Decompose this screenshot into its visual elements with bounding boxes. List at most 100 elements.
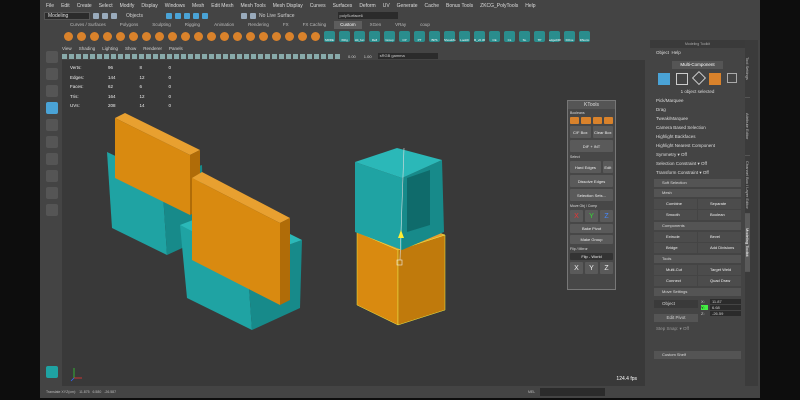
- menu-item[interactable]: UV: [383, 2, 390, 10]
- menu-item[interactable]: Edit: [61, 2, 70, 10]
- toolkit-button[interactable]: Extrude: [654, 232, 697, 242]
- shelf-script-button[interactable]: CL: [504, 30, 515, 42]
- menu-item[interactable]: Bonus Tools: [446, 2, 473, 10]
- panel-menu-item[interactable]: Show: [125, 45, 136, 52]
- shelf-tab[interactable]: VRay: [389, 21, 412, 29]
- symmetry-value[interactable]: Off: [681, 152, 687, 157]
- shelf-tool-icon[interactable]: [298, 31, 307, 41]
- viewport-tool-icon[interactable]: [286, 53, 291, 59]
- flip-mode-select[interactable]: Flip - World: [570, 253, 613, 260]
- snap-icon[interactable]: [240, 12, 247, 19]
- edge-mode-icon[interactable]: [691, 70, 706, 86]
- shelf-script-button[interactable]: TP: [534, 30, 545, 42]
- viewport-tool-icon[interactable]: [321, 53, 326, 59]
- shelf-tool-icon[interactable]: [246, 31, 255, 41]
- object-2[interactable]: [180, 172, 302, 330]
- multi-component-button[interactable]: Multi-Component: [672, 61, 723, 69]
- gamma-value[interactable]: 1.00: [364, 54, 372, 59]
- viewport-tool-icon[interactable]: [335, 53, 340, 59]
- viewport-tool-icon[interactable]: [125, 53, 130, 59]
- shelf-tool-icon[interactable]: [155, 31, 164, 41]
- selection-constraint-value[interactable]: Off: [701, 161, 707, 166]
- shelf-script-button[interactable]: PT: [414, 30, 425, 42]
- viewport-tool-icon[interactable]: [202, 53, 207, 59]
- radio-drag[interactable]: Drag: [650, 105, 745, 114]
- toolkit-button[interactable]: Boolean: [698, 210, 741, 220]
- viewport-tool-icon[interactable]: [328, 53, 333, 59]
- custom-shelf-frame[interactable]: Custom Shelf: [654, 351, 741, 359]
- section-select[interactable]: Select: [568, 153, 615, 160]
- shelf-tool-icon[interactable]: [116, 31, 125, 41]
- x-button[interactable]: X: [570, 210, 583, 222]
- menu-item[interactable]: Create: [77, 2, 92, 10]
- shelf-tool-icon[interactable]: [311, 31, 320, 41]
- flip-x-button[interactable]: X: [570, 262, 583, 274]
- checkbox-camera-based[interactable]: Camera Based Selection: [650, 123, 745, 132]
- shelf-tab[interactable]: coup: [414, 21, 436, 29]
- selection-sets-button[interactable]: Selection Sets...: [570, 189, 613, 201]
- flip-z-button[interactable]: Z: [600, 262, 613, 274]
- shelf-script-button[interactable]: SL: [519, 30, 530, 42]
- shelf-script-button[interactable]: edgeDIR: [549, 30, 561, 42]
- viewport-tool-icon[interactable]: [216, 53, 221, 59]
- toolkit-button[interactable]: Combine: [654, 199, 697, 209]
- move-settings-frame[interactable]: Move Settings: [654, 288, 741, 296]
- shelf-tool-icon[interactable]: [233, 31, 242, 41]
- mel-label[interactable]: MEL: [528, 386, 535, 398]
- viewport-tool-icon[interactable]: [188, 53, 193, 59]
- toolkit-button[interactable]: Smooth: [654, 210, 697, 220]
- shelf-script-button[interactable]: Hit_fun: [354, 30, 365, 42]
- shelf-script-button[interactable]: MRRE: [324, 30, 335, 42]
- viewport-tool-icon[interactable]: [146, 53, 151, 59]
- viewport-tool-icon[interactable]: [195, 53, 200, 59]
- move-tool-icon[interactable]: [46, 102, 58, 114]
- menu-item[interactable]: ZKCG_PolyTools: [480, 2, 518, 10]
- toolkit-button[interactable]: Connect: [654, 276, 697, 286]
- cutbox-button[interactable]: C/F Box: [570, 126, 591, 138]
- bool-icon[interactable]: [581, 117, 591, 124]
- viewport-tool-icon[interactable]: [132, 53, 137, 59]
- shelf-tool-icon[interactable]: [168, 31, 177, 41]
- object-mode-icon[interactable]: [658, 73, 670, 85]
- viewport-tool-icon[interactable]: [300, 53, 305, 59]
- toolkit-button[interactable]: Target Weld: [698, 265, 741, 275]
- section-flip[interactable]: Flip / Mirror: [568, 245, 615, 252]
- objects-label[interactable]: Objects: [126, 13, 143, 19]
- soft-selection-frame[interactable]: Soft Selection: [654, 179, 741, 187]
- menu-object[interactable]: Object: [656, 50, 669, 55]
- layout-icon[interactable]: [46, 187, 58, 199]
- hard-edges-button[interactable]: Hard Edges: [570, 161, 601, 173]
- transform-constraint-value[interactable]: Off: [703, 170, 709, 175]
- dissolve-edges-button[interactable]: Dissolve Edges: [570, 175, 613, 187]
- x-field[interactable]: 11.87: [710, 299, 741, 304]
- bool-icon[interactable]: [603, 117, 613, 124]
- select-mask-icon[interactable]: [183, 12, 190, 19]
- viewport-tool-icon[interactable]: [293, 53, 298, 59]
- flip-y-button[interactable]: Y: [585, 262, 598, 274]
- menu-item[interactable]: Mesh Tools: [241, 2, 266, 10]
- radio-pick-marquee[interactable]: Pick/Marquee: [650, 96, 745, 105]
- y-button[interactable]: Y: [585, 210, 598, 222]
- shelf-tool-icon[interactable]: [103, 31, 112, 41]
- scale-tool-icon[interactable]: [46, 136, 58, 148]
- viewport-tool-icon[interactable]: [62, 53, 67, 59]
- panel-menu-item[interactable]: Renderer: [143, 45, 162, 52]
- viewport-tool-icon[interactable]: [279, 53, 284, 59]
- tools-frame[interactable]: Tools: [654, 255, 741, 263]
- viewport-tool-icon[interactable]: [174, 53, 179, 59]
- viewport-tool-icon[interactable]: [265, 53, 270, 59]
- menu-item[interactable]: Display: [141, 2, 157, 10]
- radio-tweak-marquee[interactable]: Tweak/Marquee: [650, 114, 745, 123]
- shelf-tab[interactable]: XGen: [364, 21, 388, 29]
- snap-icon[interactable]: [249, 12, 256, 19]
- section-booleans[interactable]: Booleans: [568, 109, 615, 116]
- menu-item[interactable]: Surfaces: [333, 2, 353, 10]
- shelf-script-button[interactable]: XRig: [339, 30, 350, 42]
- menu-item[interactable]: Curves: [310, 2, 326, 10]
- shelf-script-button[interactable]: DOne: [564, 30, 575, 42]
- shelf-script-button[interactable]: DNorm: [579, 30, 590, 42]
- shelf-tab[interactable]: Curves / Surfaces: [64, 21, 112, 29]
- shelf-tool-icon[interactable]: [259, 31, 268, 41]
- panel-menu-item[interactable]: View: [62, 45, 72, 52]
- shelf-tool-icon[interactable]: [272, 31, 281, 41]
